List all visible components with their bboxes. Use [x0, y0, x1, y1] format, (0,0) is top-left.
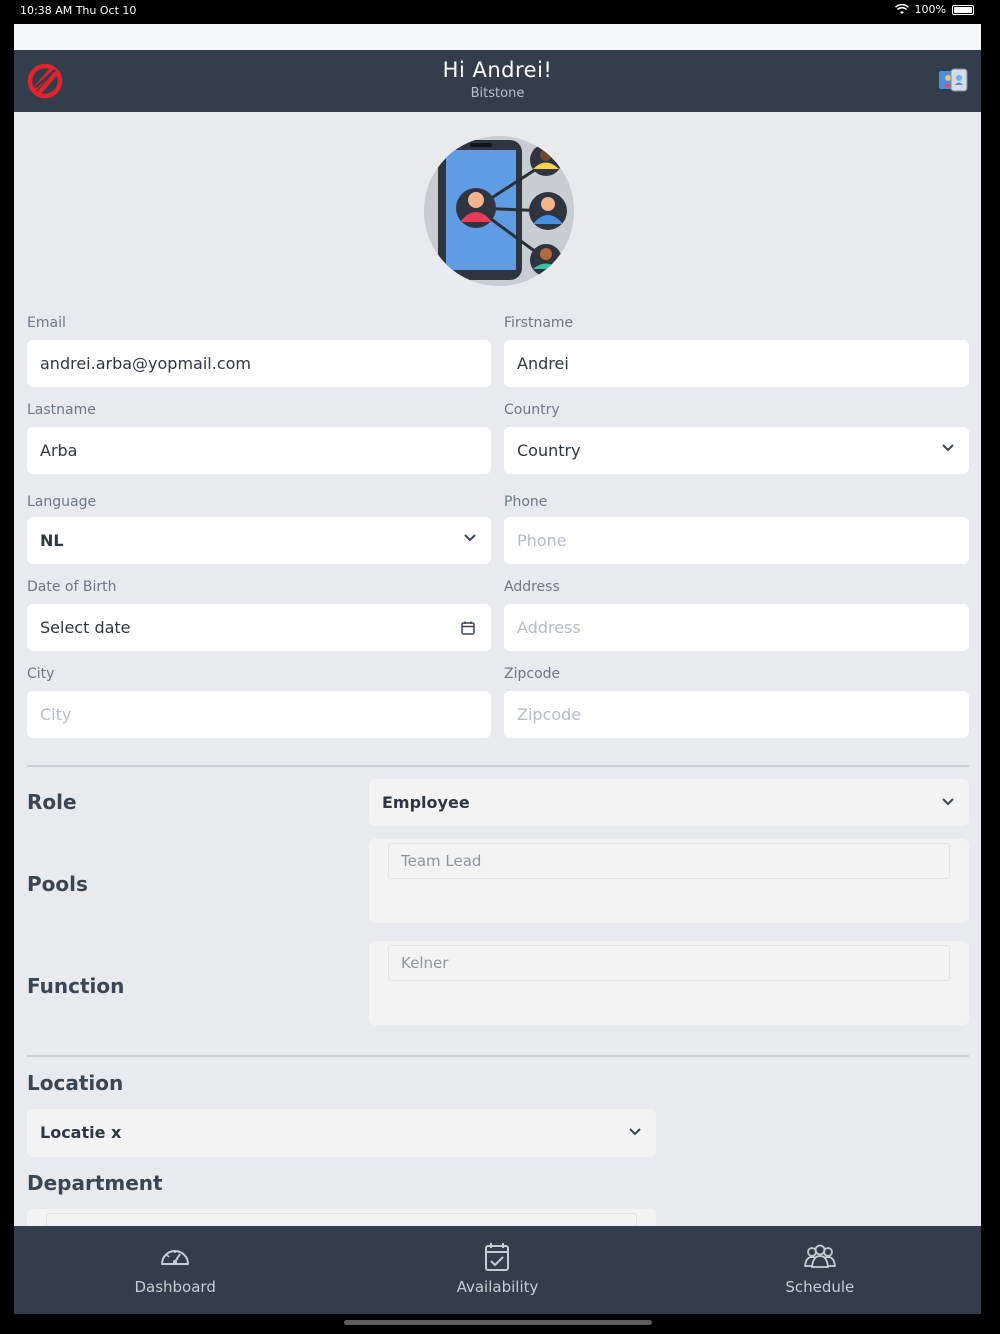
pools-multiselect[interactable]: Team Lead	[369, 839, 969, 923]
app-header: Hi Andrei! Bitstone	[14, 50, 981, 112]
email-label: Email	[27, 315, 66, 331]
company-name: Bitstone	[470, 86, 525, 101]
dob-field[interactable]: Select date	[27, 604, 491, 651]
tab-dashboard-label: Dashboard	[134, 1278, 216, 1296]
function-tag[interactable]: Kelner	[388, 945, 950, 981]
role-select-value: Employee	[382, 793, 470, 812]
bottom-tab-bar: Dashboard Availability Schedule	[14, 1226, 981, 1314]
department-label: Department	[27, 1171, 163, 1195]
profile-avatar[interactable]	[424, 136, 574, 286]
pools-tag[interactable]: Team Lead	[388, 843, 950, 879]
calendar-check-icon	[485, 1243, 510, 1271]
dob-field-value: Select date	[40, 618, 131, 637]
country-select-value: Country	[517, 441, 581, 460]
status-bar: 10:38 AM Thu Oct 10 100%	[0, 0, 1000, 22]
chevron-down-icon	[629, 1128, 641, 1136]
dob-label: Date of Birth	[27, 579, 117, 595]
firstname-label: Firstname	[504, 315, 574, 331]
network-people-icon	[424, 136, 574, 286]
tab-schedule-label: Schedule	[785, 1278, 855, 1296]
role-select[interactable]: Employee	[369, 779, 969, 826]
chevron-down-icon	[942, 444, 954, 452]
top-strip	[14, 24, 981, 50]
calendar-icon	[461, 621, 475, 635]
language-label: Language	[27, 494, 97, 510]
location-select[interactable]: Locatie x	[27, 1109, 656, 1157]
country-select[interactable]: Country	[504, 427, 969, 474]
tab-schedule[interactable]: Schedule	[659, 1226, 981, 1314]
tab-availability[interactable]: Availability	[336, 1226, 658, 1314]
battery-percent: 100%	[914, 3, 946, 16]
location-select-value: Locatie x	[40, 1123, 122, 1142]
city-label: City	[27, 666, 55, 682]
chevron-down-icon	[942, 798, 954, 806]
country-label: Country	[504, 402, 560, 418]
zipcode-field[interactable]: Zipcode	[504, 691, 969, 738]
greeting-title: Hi Andrei!	[442, 58, 553, 82]
email-field[interactable]: andrei.arba@yopmail.com	[27, 340, 491, 387]
group-icon	[803, 1244, 836, 1268]
city-field[interactable]: City	[27, 691, 491, 738]
speedometer-icon	[161, 1250, 190, 1265]
divider	[27, 765, 969, 767]
lastname-field[interactable]: Arba	[27, 427, 491, 474]
address-label: Address	[504, 579, 560, 595]
divider	[27, 1055, 969, 1057]
phone-label: Phone	[504, 494, 548, 510]
address-field[interactable]: Address	[504, 604, 969, 651]
wifi-icon	[894, 4, 909, 14]
phone-field[interactable]: Phone	[504, 517, 969, 564]
pools-label: Pools	[27, 872, 88, 896]
firstname-field[interactable]: Andrei	[504, 340, 969, 387]
function-multiselect[interactable]: Kelner	[369, 941, 969, 1025]
status-time: 10:38 AM Thu Oct 10	[20, 4, 137, 17]
zipcode-label: Zipcode	[504, 666, 561, 682]
status-right: 100%	[894, 3, 974, 16]
switch-account-icon[interactable]	[937, 66, 969, 96]
home-indicator[interactable]	[344, 1320, 652, 1325]
language-select-value: NL	[40, 531, 64, 550]
tab-dashboard[interactable]: Dashboard	[14, 1226, 336, 1314]
function-label: Function	[27, 974, 125, 998]
battery-icon	[952, 4, 974, 15]
app-screen: Hi Andrei! Bitstone Email andrei.arba@yo…	[14, 24, 981, 1314]
chevron-down-icon	[464, 534, 476, 542]
tab-availability-label: Availability	[456, 1278, 539, 1296]
lastname-label: Lastname	[27, 402, 96, 418]
location-label: Location	[27, 1071, 124, 1095]
language-select[interactable]: NL	[27, 517, 491, 564]
role-label: Role	[27, 790, 77, 814]
